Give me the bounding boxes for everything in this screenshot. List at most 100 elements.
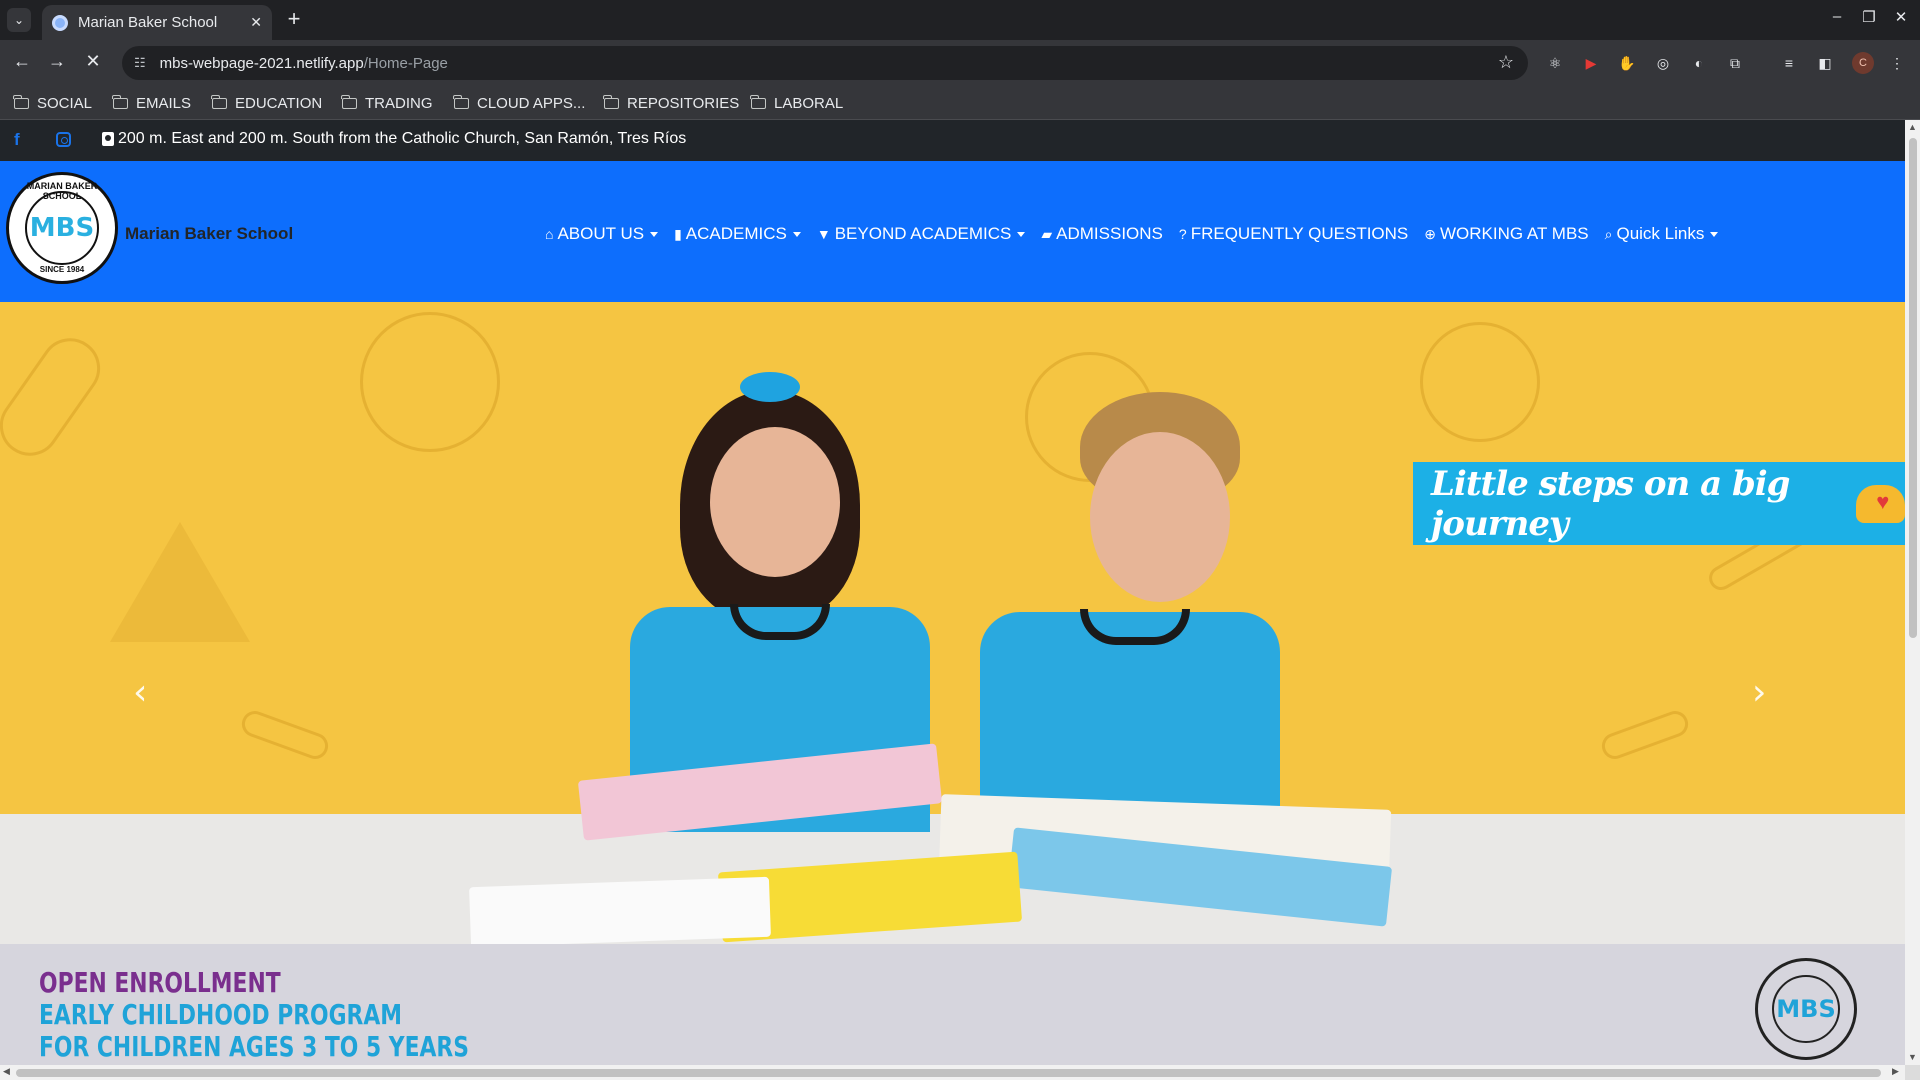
carousel-prev-icon[interactable]: ‹ (133, 672, 147, 713)
bookmark-star-icon[interactable]: ☆ (1498, 52, 1514, 73)
horizontal-scroll-thumb[interactable] (16, 1069, 1881, 1077)
nav-admissions[interactable]: ▰ ADMISSIONS (1041, 224, 1163, 244)
school-seal-logo: MBS (1755, 958, 1857, 1060)
nav-quick-links[interactable]: ⌕ Quick Links (1605, 224, 1719, 244)
new-tab-button[interactable]: + (282, 8, 306, 32)
enrollment-line-2: EARLY CHILDHOOD PROGRAM (39, 998, 402, 1031)
globe-doodle (360, 312, 500, 452)
nav-label: ADMISSIONS (1056, 224, 1163, 243)
paperclip-doodle (238, 707, 332, 763)
bookmark-folder-cloud-apps[interactable]: CLOUD APPS... (453, 92, 585, 114)
carousel-next-icon[interactable]: › (1752, 672, 1766, 713)
folder-icon (211, 94, 227, 109)
scroll-right-icon[interactable]: ▶ (1892, 1066, 1899, 1077)
nav-frequently-questions[interactable]: ? FREQUENTLY QUESTIONS (1179, 224, 1408, 244)
folder-icon (13, 94, 29, 109)
tab-title: Marian Baker School (78, 14, 218, 31)
facebook-icon[interactable]: f (14, 130, 20, 150)
enrollment-line-3: FOR CHILDREN AGES 3 TO 5 YEARS (39, 1030, 469, 1063)
white-book (469, 876, 771, 944)
paperclip-doodle (1598, 707, 1692, 763)
extension-contrast-icon[interactable]: ◐ (1689, 53, 1709, 73)
scrollbar-corner (1905, 1065, 1920, 1080)
search-icon: ⌕ (1604, 225, 1613, 242)
scroll-up-icon[interactable]: ▲ (1908, 122, 1917, 132)
nav-label: Quick Links (1616, 224, 1705, 243)
nav-label: FREQUENTLY QUESTIONS (1190, 224, 1409, 243)
nav-label: ACADEMICS (685, 224, 787, 243)
instagram-icon[interactable] (56, 132, 71, 147)
url-host: mbs-webpage-2021.netlify.app (159, 54, 364, 72)
bookmark-folder-laboral[interactable]: LABORAL (750, 92, 844, 114)
bookmark-folder-repositories[interactable]: REPOSITORIES (603, 92, 739, 114)
browser-menu-icon[interactable]: ⋮ (1887, 53, 1907, 73)
address-bar[interactable]: ☷ mbs-webpage-2021.netlify.app /Home-Pag… (122, 46, 1528, 80)
enrollment-banner: OPEN ENROLLMENT EARLY CHILDHOOD PROGRAM … (0, 944, 1905, 1065)
nav-about-us[interactable]: ⌂ ABOUT US (545, 224, 659, 244)
main-menu: ⌂ ABOUT US ▮ ACADEMICS ▼ BEYOND ACADEMICS ▰… (545, 224, 1734, 244)
school-address: 200 m. East and 200 m. South from the Ca… (102, 130, 686, 148)
address-text: 200 m. East and 200 m. South from the Ca… (118, 130, 687, 147)
scroll-down-icon[interactable]: ▼ (1908, 1052, 1917, 1062)
logo-since: SINCE 1984 (39, 265, 85, 274)
restore-icon[interactable]: ❐ (1857, 8, 1881, 26)
site-favicon-icon (52, 14, 68, 31)
search-plus-icon: ⊕ (1424, 225, 1437, 242)
brand-name[interactable]: Marian Baker School (125, 224, 293, 244)
seal-monogram: MBS (1772, 975, 1840, 1043)
extension-youtube-icon[interactable]: ▶ (1581, 53, 1601, 73)
heart-hands-icon (1856, 484, 1905, 523)
browser-toolbar: ← → ✕ ☷ mbs-webpage-2021.netlify.app /Ho… (0, 40, 1920, 86)
boy-face (1090, 432, 1230, 602)
extension-target-icon[interactable]: ◎ (1653, 53, 1673, 73)
school-logo[interactable]: MARIAN BAKER SCHOOL MBS SINCE 1984 (6, 172, 118, 284)
extensions-puzzle-icon[interactable]: ⧉ (1725, 53, 1745, 73)
main-navbar: MARIAN BAKER SCHOOL MBS SINCE 1984 Maria… (0, 161, 1905, 302)
close-tab-icon[interactable]: ✕ (250, 14, 262, 31)
magnifier-doodle (0, 326, 112, 468)
nav-beyond-academics[interactable]: ▼ BEYOND ACADEMICS (817, 224, 1026, 244)
slogan-text: Little steps on a big journey (1431, 463, 1790, 544)
page-viewport: f 200 m. East and 200 m. South from the … (0, 120, 1905, 1065)
bookmark-label: EDUCATION (235, 94, 323, 112)
close-window-icon[interactable]: ✕ (1889, 8, 1913, 26)
vertical-scrollbar[interactable]: ▲ ▼ (1905, 120, 1920, 1065)
stop-loading-icon[interactable]: ✕ (80, 51, 106, 72)
bookmark-icon: ▼ (816, 226, 831, 242)
minimize-icon[interactable]: – (1825, 8, 1849, 25)
bookmark-folder-trading[interactable]: TRADING (341, 92, 433, 114)
extension-react-icon[interactable]: ⚛ (1545, 53, 1565, 73)
globe-doodle (1420, 322, 1540, 442)
nav-academics[interactable]: ▮ ACADEMICS (674, 224, 801, 244)
top-info-bar: f 200 m. East and 200 m. South from the … (0, 120, 1905, 161)
tab-search-button[interactable]: ⌄ (7, 8, 31, 32)
profile-avatar[interactable]: C (1852, 52, 1874, 74)
bookmark-label: TRADING (365, 94, 433, 112)
forward-icon[interactable]: → (44, 51, 70, 72)
home-icon: ⌂ (545, 226, 554, 242)
url-path: /Home-Page (363, 54, 448, 72)
folder-icon (603, 94, 619, 109)
bookmark-folder-social[interactable]: SOCIAL (13, 92, 92, 114)
site-info-icon[interactable]: ☷ (134, 55, 146, 71)
folder-icon (341, 94, 357, 109)
back-icon[interactable]: ← (9, 51, 35, 72)
nav-working-at-mbs[interactable]: ⊕ WORKING AT MBS (1424, 224, 1588, 244)
side-panel-icon[interactable]: ◧ (1815, 53, 1835, 73)
bookmark-label: LABORAL (774, 94, 844, 112)
horizontal-scrollbar[interactable]: ◀ ▶ (0, 1065, 1905, 1080)
hero-carousel: Little steps on a big journey ‹ › (0, 302, 1905, 944)
slogan-banner: Little steps on a big journey (1413, 462, 1905, 545)
scroll-left-icon[interactable]: ◀ (3, 1066, 10, 1077)
browser-tab[interactable]: Marian Baker School ✕ (42, 5, 272, 40)
bookmark-folder-education[interactable]: EDUCATION (211, 92, 323, 114)
enrollment-line-1: OPEN ENROLLMENT (39, 966, 281, 999)
nav-label: WORKING AT MBS (1440, 224, 1589, 243)
book-icon: ▮ (674, 225, 682, 242)
extension-stop-icon[interactable]: ✋ (1617, 53, 1637, 73)
media-control-icon[interactable]: ≡ (1779, 53, 1799, 73)
bookmark-folder-emails[interactable]: EMAILS (112, 92, 192, 114)
bookmark-label: EMAILS (136, 94, 192, 112)
vertical-scroll-thumb[interactable] (1909, 138, 1917, 638)
nav-label: BEYOND ACADEMICS (834, 224, 1012, 243)
